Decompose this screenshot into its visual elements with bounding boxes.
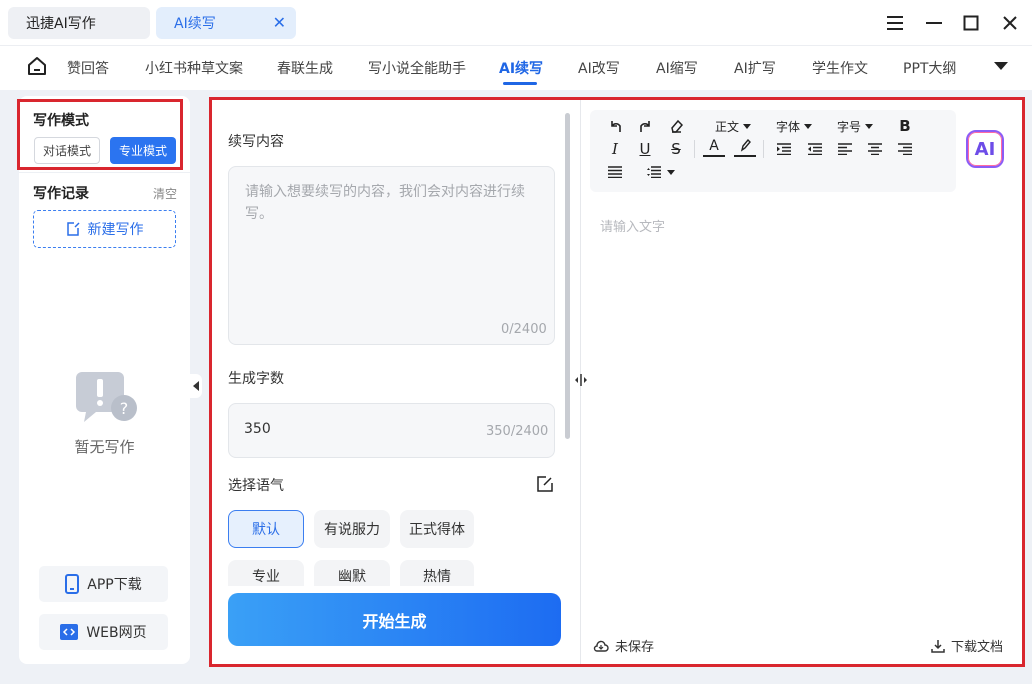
redo-icon[interactable] — [635, 116, 657, 136]
app-download-button[interactable]: APP下载 — [39, 566, 168, 602]
align-left-icon[interactable] — [834, 139, 856, 159]
empty-state-icon: ? — [74, 370, 140, 430]
font-color-button[interactable]: A — [703, 137, 725, 157]
app-download-label: APP下载 — [87, 577, 142, 593]
nav-item[interactable]: PPT大纲 — [903, 58, 956, 78]
generate-button[interactable]: 开始生成 — [228, 593, 561, 646]
web-label: WEB网页 — [86, 625, 147, 641]
tab-close-icon[interactable]: ✕ — [273, 13, 286, 32]
nav-item[interactable]: AI改写 — [578, 58, 620, 78]
tone-option[interactable]: 专业 — [228, 560, 304, 586]
minimize-icon[interactable] — [921, 10, 947, 36]
maximize-icon[interactable] — [958, 10, 984, 36]
feature-nav: 赞回答 小红书种草文案 春联生成 写小说全能助手 AI续写 AI改写 AI缩写 … — [0, 46, 1032, 90]
align-center-icon[interactable] — [864, 139, 886, 159]
size-label: 字号 — [837, 119, 862, 134]
tone-option-selected[interactable]: 默认 — [228, 510, 304, 548]
new-writing-button[interactable]: 新建写作 — [33, 210, 176, 248]
edit-icon[interactable] — [537, 476, 553, 492]
writing-record-title: 写作记录 — [33, 186, 89, 202]
tab-ai-continue[interactable]: AI续写 ✕ — [156, 7, 296, 39]
resize-handle-icon[interactable] — [573, 372, 589, 388]
wordcount-value: 350 — [244, 421, 271, 437]
justify-icon[interactable] — [604, 162, 626, 182]
collapse-sidebar-icon[interactable] — [190, 374, 202, 398]
toolbar-separator — [694, 140, 695, 158]
new-writing-label: 新建写作 — [87, 222, 144, 238]
new-doc-icon — [66, 222, 80, 236]
indent-icon[interactable] — [773, 139, 795, 159]
content-label: 续写内容 — [228, 134, 284, 150]
tab-xunjie-ai[interactable]: 迅捷AI写作 — [8, 7, 150, 39]
home-icon[interactable] — [26, 55, 48, 77]
clear-button[interactable]: 清空 — [153, 185, 177, 202]
nav-item[interactable]: 赞回答 — [67, 58, 109, 78]
wordcount-label: 生成字数 — [228, 371, 284, 387]
nav-item-active[interactable]: AI续写 — [499, 58, 543, 78]
nav-item[interactable]: 小红书种草文案 — [145, 58, 243, 78]
tab-label: 迅捷AI写作 — [26, 16, 96, 32]
writing-mode-title: 写作模式 — [33, 113, 89, 129]
eraser-icon[interactable] — [665, 116, 687, 136]
nav-item[interactable]: 学生作文 — [812, 58, 868, 78]
tone-option[interactable]: 正式得体 — [400, 510, 474, 548]
size-dropdown[interactable]: 字号 — [837, 118, 874, 134]
nav-item[interactable]: AI缩写 — [656, 58, 698, 78]
caret-down-icon — [667, 169, 675, 175]
download-icon — [931, 639, 945, 653]
title-bar: 迅捷AI写作 AI续写 ✕ — [0, 0, 1032, 46]
chevron-down-icon[interactable] — [994, 62, 1008, 70]
menu-icon[interactable] — [882, 10, 908, 36]
underline-button[interactable]: U — [634, 139, 656, 159]
editor-placeholder[interactable]: 请输入文字 — [600, 216, 665, 235]
font-label: 字体 — [776, 119, 801, 134]
caret-down-icon — [743, 123, 752, 129]
highlight-icon[interactable] — [734, 137, 756, 157]
toolbar-separator — [763, 140, 764, 158]
content-counter: 0/2400 — [501, 322, 547, 337]
download-doc-button[interactable]: 下载文档 — [931, 636, 1003, 655]
caret-down-icon — [865, 123, 874, 129]
content-input[interactable]: 请输入想要续写的内容，我们会对内容进行续写。 — [228, 166, 555, 345]
close-window-icon[interactable] — [997, 10, 1023, 36]
empty-state-text: 暂无写作 — [74, 438, 135, 456]
tone-label: 选择语气 — [228, 478, 284, 494]
pro-mode-button[interactable]: 专业模式 — [110, 137, 176, 164]
outdent-icon[interactable] — [804, 139, 826, 159]
strikethrough-button[interactable]: S — [665, 139, 687, 159]
ai-logo[interactable]: AI — [966, 130, 1004, 168]
tab-label: AI续写 — [174, 16, 216, 32]
save-status-label: 未保存 — [615, 640, 655, 655]
web-code-icon — [60, 624, 79, 640]
italic-button[interactable]: I — [604, 139, 626, 159]
web-button[interactable]: WEB网页 — [39, 614, 168, 650]
save-status: 未保存 — [593, 636, 654, 655]
tone-option[interactable]: 幽默 — [314, 560, 390, 586]
content-placeholder: 请输入想要续写的内容，我们会对内容进行续写。 — [245, 184, 525, 222]
paragraph-label: 正文 — [715, 119, 740, 134]
line-spacing-dropdown[interactable] — [644, 162, 678, 182]
svg-text:?: ? — [120, 399, 129, 418]
active-indicator — [503, 82, 537, 85]
nav-item[interactable]: 写小说全能助手 — [368, 58, 466, 78]
download-doc-label: 下载文档 — [951, 640, 1004, 655]
tone-option[interactable]: 有说服力 — [314, 510, 390, 548]
dialog-mode-button[interactable]: 对话模式 — [34, 137, 100, 164]
wordcount-counter: 350/2400 — [486, 424, 549, 439]
caret-down-icon — [804, 123, 813, 129]
align-right-icon[interactable] — [894, 139, 916, 159]
line-spacing-icon — [647, 166, 661, 178]
paragraph-dropdown[interactable]: 正文 — [715, 118, 752, 134]
font-dropdown[interactable]: 字体 — [776, 118, 813, 134]
phone-icon — [65, 574, 80, 594]
divider — [19, 172, 190, 173]
nav-item[interactable]: AI扩写 — [734, 58, 776, 78]
cloud-icon — [593, 640, 609, 652]
nav-item[interactable]: 春联生成 — [277, 58, 333, 78]
undo-icon[interactable] — [604, 116, 626, 136]
bold-button[interactable]: B — [894, 116, 916, 136]
tone-option[interactable]: 热情 — [400, 560, 474, 586]
scrollbar[interactable] — [565, 113, 570, 439]
